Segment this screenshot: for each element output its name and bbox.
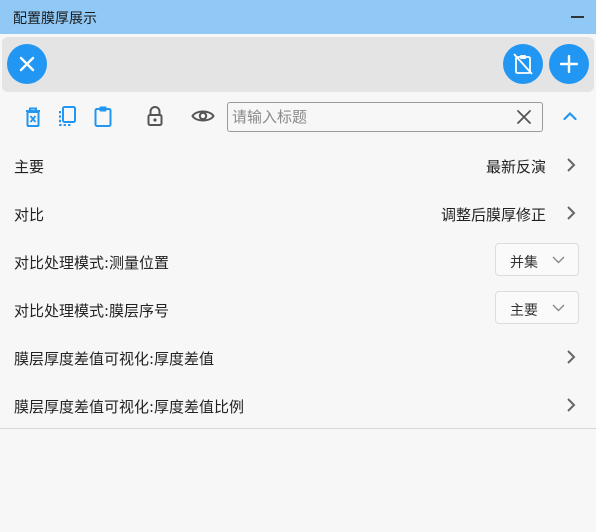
chevron-right-icon	[567, 158, 576, 172]
setting-row-compare[interactable]: 对比 调整后膜厚修正	[0, 190, 596, 238]
setting-label: 膜层厚度差值可视化:厚度差值比例	[14, 398, 245, 416]
action-row	[0, 94, 596, 140]
setting-value: 调整后膜厚修正	[440, 206, 546, 224]
title-search-field	[227, 102, 543, 132]
minimize-button[interactable]	[571, 16, 584, 18]
chevron-right-icon	[567, 206, 576, 220]
chevron-down-icon	[552, 304, 565, 312]
settings-list: 主要 最新反演 对比 调整后膜厚修正 对比处理模式:测量位置 并集 对比处理模式…	[0, 142, 596, 430]
select-value: 并集	[510, 255, 538, 271]
setting-row-thickness-diff[interactable]: 膜层厚度差值可视化:厚度差值	[0, 334, 596, 382]
copy-icon	[59, 106, 76, 126]
add-button[interactable]	[549, 44, 589, 84]
layer-mode-select[interactable]: 主要	[495, 291, 579, 324]
clear-icon[interactable]	[516, 109, 532, 125]
collapse-button[interactable]	[561, 109, 579, 123]
delete-button[interactable]	[23, 106, 43, 128]
paste-button[interactable]	[93, 105, 113, 127]
top-toolbar	[2, 37, 594, 92]
list-divider	[0, 428, 596, 429]
position-mode-select[interactable]: 并集	[495, 243, 579, 276]
setting-value: 最新反演	[485, 158, 546, 176]
setting-label: 膜层厚度差值可视化:厚度差值	[14, 350, 215, 368]
clipboard-off-icon	[513, 53, 533, 75]
setting-row-layer-mode: 对比处理模式:膜层序号 主要	[0, 286, 596, 334]
title-bar: 配置膜厚展示	[0, 0, 596, 34]
setting-label: 对比处理模式:测量位置	[14, 254, 170, 272]
plus-icon	[560, 55, 578, 73]
select-value: 主要	[510, 303, 538, 319]
clipboard-icon	[94, 106, 112, 127]
lock-button[interactable]	[145, 105, 165, 127]
delete-doc-icon	[26, 107, 40, 127]
title-search-input[interactable]	[228, 103, 508, 131]
chevron-right-icon	[567, 398, 576, 412]
setting-row-position-mode: 对比处理模式:测量位置 并集	[0, 238, 596, 286]
copy-button[interactable]	[57, 105, 77, 127]
setting-label: 对比	[14, 206, 45, 224]
window-title: 配置膜厚展示	[13, 11, 97, 27]
lock-icon	[147, 106, 163, 126]
clipboard-off-button[interactable]	[503, 44, 543, 84]
setting-row-main[interactable]: 主要 最新反演	[0, 142, 596, 190]
visibility-button[interactable]	[191, 107, 215, 125]
setting-label: 主要	[14, 158, 45, 176]
chevron-down-icon	[552, 256, 565, 264]
setting-row-thickness-diff-ratio[interactable]: 膜层厚度差值可视化:厚度差值比例	[0, 382, 596, 430]
chevron-right-icon	[567, 350, 576, 364]
eye-icon	[191, 110, 215, 122]
close-icon	[19, 56, 35, 72]
close-button[interactable]	[7, 44, 47, 84]
chevron-up-icon	[563, 111, 577, 121]
setting-label: 对比处理模式:膜层序号	[14, 302, 170, 320]
